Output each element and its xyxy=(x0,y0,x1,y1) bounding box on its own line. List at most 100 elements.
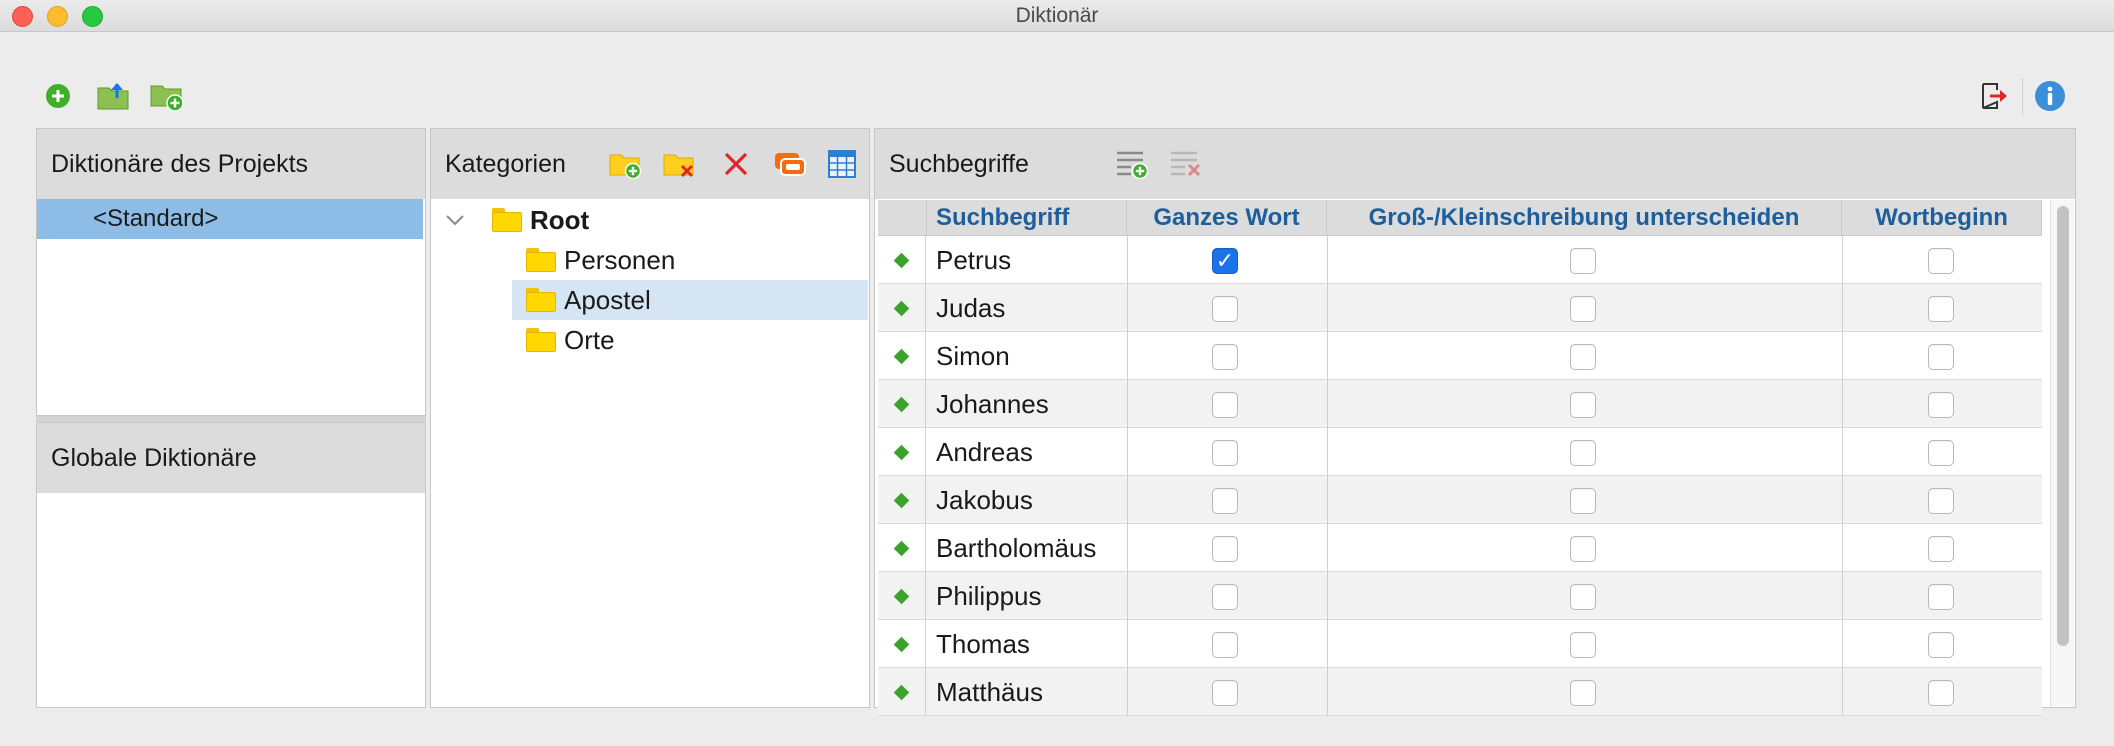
word-start-checkbox[interactable] xyxy=(1928,632,1954,658)
delete-category-button[interactable] xyxy=(662,146,698,182)
word-start-checkbox[interactable] xyxy=(1928,248,1954,274)
table-row[interactable]: Matthäus xyxy=(878,668,2042,716)
folder-export-icon xyxy=(97,83,129,110)
whole-word-checkbox[interactable] xyxy=(1212,584,1238,610)
whole-word-checkbox[interactable] xyxy=(1212,296,1238,322)
case-sensitive-checkbox[interactable] xyxy=(1570,488,1596,514)
whole-word-checkbox[interactable] xyxy=(1212,392,1238,418)
tree-item-orte[interactable]: Orte xyxy=(526,320,615,360)
export-dictionary-button[interactable] xyxy=(96,78,132,114)
word-start-checkbox[interactable] xyxy=(1928,584,1954,610)
table-row[interactable]: Bartholomäus xyxy=(878,524,2042,572)
column-divider xyxy=(1327,284,1328,332)
chevron-down-icon[interactable] xyxy=(444,209,466,231)
column-divider xyxy=(1327,332,1328,380)
delete-term-button[interactable] xyxy=(1168,146,1204,182)
word-start-checkbox[interactable] xyxy=(1928,344,1954,370)
case-sensitive-checkbox[interactable] xyxy=(1570,680,1596,706)
add-category-button[interactable] xyxy=(608,146,644,182)
column-divider xyxy=(1842,428,1843,476)
table-row[interactable]: Judas xyxy=(878,284,2042,332)
word-start-checkbox[interactable] xyxy=(1928,440,1954,466)
table-row[interactable]: Petrus ✓ xyxy=(878,236,2042,284)
column-header-whole-word[interactable]: Ganzes Wort xyxy=(1127,200,1327,236)
case-sensitive-checkbox[interactable] xyxy=(1570,584,1596,610)
info-button[interactable] xyxy=(2032,78,2068,114)
project-dictionaries-header: Diktionäre des Projekts xyxy=(37,129,425,199)
exit-button[interactable] xyxy=(1976,78,2012,114)
terms-scrollbar[interactable] xyxy=(2050,200,2074,706)
case-sensitive-checkbox[interactable] xyxy=(1570,296,1596,322)
whole-word-checkbox[interactable] xyxy=(1212,536,1238,562)
folder-icon xyxy=(526,328,556,352)
add-term-icon xyxy=(1117,151,1149,179)
term-cell[interactable]: Thomas xyxy=(936,620,1030,668)
diamond-icon xyxy=(893,636,910,652)
tree-item-apostel[interactable]: Apostel xyxy=(526,280,651,320)
column-header-word-start[interactable]: Wortbeginn xyxy=(1842,200,2042,236)
tree-item-personen[interactable]: Personen xyxy=(526,240,675,280)
row-marker xyxy=(878,380,926,428)
case-sensitive-checkbox[interactable] xyxy=(1570,440,1596,466)
table-row[interactable]: Thomas xyxy=(878,620,2042,668)
whole-word-checkbox[interactable] xyxy=(1212,440,1238,466)
term-cell[interactable]: Matthäus xyxy=(936,668,1043,716)
column-divider xyxy=(1127,476,1128,524)
table-row[interactable]: Johannes xyxy=(878,380,2042,428)
column-divider xyxy=(1327,572,1328,620)
whole-word-checkbox[interactable] xyxy=(1212,488,1238,514)
column-divider xyxy=(1842,524,1843,572)
table-row[interactable]: Jakobus xyxy=(878,476,2042,524)
diamond-icon xyxy=(893,348,910,364)
diamond-icon xyxy=(893,396,910,412)
column-divider xyxy=(1842,332,1843,380)
word-start-checkbox[interactable] xyxy=(1928,488,1954,514)
table-row[interactable]: Andreas xyxy=(878,428,2042,476)
term-cell[interactable]: Johannes xyxy=(936,380,1049,428)
term-cell[interactable]: Andreas xyxy=(936,428,1033,476)
terms-scrollbar-thumb[interactable] xyxy=(2057,206,2069,646)
case-sensitive-checkbox[interactable] xyxy=(1570,536,1596,562)
dictionary-item-standard[interactable]: <Standard> xyxy=(37,199,423,239)
row-marker xyxy=(878,572,926,620)
word-start-checkbox[interactable] xyxy=(1928,392,1954,418)
column-divider xyxy=(1327,476,1328,524)
whole-word-checkbox[interactable] xyxy=(1212,344,1238,370)
term-cell[interactable]: Bartholomäus xyxy=(936,524,1096,572)
case-sensitive-checkbox[interactable] xyxy=(1570,392,1596,418)
word-start-checkbox[interactable] xyxy=(1928,296,1954,322)
add-term-button[interactable] xyxy=(1114,146,1150,182)
table-row[interactable]: Simon xyxy=(878,332,2042,380)
term-cell[interactable]: Philippus xyxy=(936,572,1042,620)
column-divider xyxy=(1127,284,1128,332)
column-header-case-sensitive[interactable]: Groß-/Kleinschreibung unterscheiden xyxy=(1327,200,1842,236)
case-sensitive-checkbox[interactable] xyxy=(1570,248,1596,274)
term-cell[interactable]: Judas xyxy=(936,284,1005,332)
delete-button[interactable] xyxy=(718,146,754,182)
row-marker xyxy=(878,428,926,476)
row-marker xyxy=(878,668,926,716)
word-start-checkbox[interactable] xyxy=(1928,680,1954,706)
tree-item-label: Root xyxy=(530,205,590,235)
word-start-checkbox[interactable] xyxy=(1928,536,1954,562)
case-sensitive-checkbox[interactable] xyxy=(1570,344,1596,370)
column-divider xyxy=(1127,668,1128,716)
whole-word-checkbox[interactable] xyxy=(1212,632,1238,658)
row-marker xyxy=(878,284,926,332)
tree-item-root[interactable]: Root xyxy=(444,200,589,240)
whole-word-checkbox[interactable] xyxy=(1212,680,1238,706)
term-cell[interactable]: Jakobus xyxy=(936,476,1033,524)
table-row[interactable]: Philippus xyxy=(878,572,2042,620)
tree-item-label: Apostel xyxy=(564,285,651,315)
delete-term-icon xyxy=(1171,151,1201,177)
category-table-button[interactable] xyxy=(824,146,860,182)
term-cell[interactable]: Petrus xyxy=(936,236,1011,284)
category-color-button[interactable] xyxy=(772,146,808,182)
import-dictionary-button[interactable] xyxy=(150,78,186,114)
row-marker xyxy=(878,332,926,380)
whole-word-checkbox[interactable]: ✓ xyxy=(1212,248,1238,274)
case-sensitive-checkbox[interactable] xyxy=(1570,632,1596,658)
add-dictionary-button[interactable] xyxy=(40,78,76,114)
term-cell[interactable]: Simon xyxy=(936,332,1010,380)
column-header-term[interactable]: Suchbegriff xyxy=(927,200,1127,236)
